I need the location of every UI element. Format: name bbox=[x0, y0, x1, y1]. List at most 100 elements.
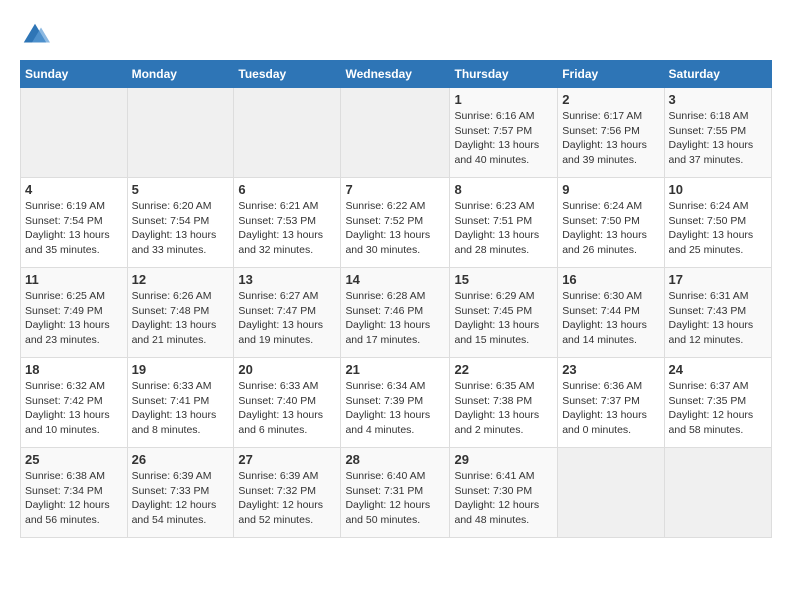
calendar-cell: 13 Sunrise: 6:27 AM Sunset: 7:47 PM Dayli… bbox=[234, 268, 341, 358]
calendar-cell: 9 Sunrise: 6:24 AM Sunset: 7:50 PM Daylig… bbox=[558, 178, 664, 268]
day-info: Sunrise: 6:36 AM Sunset: 7:37 PM Dayligh… bbox=[562, 379, 659, 438]
weekday-header-thursday: Thursday bbox=[450, 61, 558, 88]
day-info: Sunrise: 6:26 AM Sunset: 7:48 PM Dayligh… bbox=[132, 289, 230, 348]
day-info: Sunrise: 6:41 AM Sunset: 7:30 PM Dayligh… bbox=[454, 469, 553, 528]
day-number: 28 bbox=[345, 452, 445, 467]
weekday-header-friday: Friday bbox=[558, 61, 664, 88]
day-info: Sunrise: 6:32 AM Sunset: 7:42 PM Dayligh… bbox=[25, 379, 123, 438]
day-info: Sunrise: 6:18 AM Sunset: 7:55 PM Dayligh… bbox=[669, 109, 767, 168]
calendar-cell: 16 Sunrise: 6:30 AM Sunset: 7:44 PM Dayli… bbox=[558, 268, 664, 358]
day-info: Sunrise: 6:38 AM Sunset: 7:34 PM Dayligh… bbox=[25, 469, 123, 528]
calendar-table: SundayMondayTuesdayWednesdayThursdayFrid… bbox=[20, 60, 772, 538]
day-info: Sunrise: 6:25 AM Sunset: 7:49 PM Dayligh… bbox=[25, 289, 123, 348]
calendar-cell: 22 Sunrise: 6:35 AM Sunset: 7:38 PM Dayli… bbox=[450, 358, 558, 448]
day-number: 21 bbox=[345, 362, 445, 377]
day-info: Sunrise: 6:35 AM Sunset: 7:38 PM Dayligh… bbox=[454, 379, 553, 438]
page-header bbox=[20, 20, 772, 50]
calendar-cell: 27Sunrise: 6:39 AM Sunset: 7:32 PM Dayli… bbox=[234, 448, 341, 538]
day-number: 7 bbox=[345, 182, 445, 197]
day-number: 25 bbox=[25, 452, 123, 467]
day-info: Sunrise: 6:30 AM Sunset: 7:44 PM Dayligh… bbox=[562, 289, 659, 348]
day-number: 15 bbox=[454, 272, 553, 287]
calendar-cell: 17 Sunrise: 6:31 AM Sunset: 7:43 PM Dayli… bbox=[664, 268, 771, 358]
day-info: Sunrise: 6:37 AM Sunset: 7:35 PM Dayligh… bbox=[669, 379, 767, 438]
day-info: Sunrise: 6:23 AM Sunset: 7:51 PM Dayligh… bbox=[454, 199, 553, 258]
day-info: Sunrise: 6:39 AM Sunset: 7:33 PM Dayligh… bbox=[132, 469, 230, 528]
day-number: 8 bbox=[454, 182, 553, 197]
day-info: Sunrise: 6:21 AM Sunset: 7:53 PM Dayligh… bbox=[238, 199, 336, 258]
day-info: Sunrise: 6:22 AM Sunset: 7:52 PM Dayligh… bbox=[345, 199, 445, 258]
calendar-cell: 11Sunrise: 6:25 AM Sunset: 7:49 PM Dayli… bbox=[21, 268, 128, 358]
day-info: Sunrise: 6:16 AM Sunset: 7:57 PM Dayligh… bbox=[454, 109, 553, 168]
calendar-cell: 12 Sunrise: 6:26 AM Sunset: 7:48 PM Dayli… bbox=[127, 268, 234, 358]
calendar-cell bbox=[127, 88, 234, 178]
calendar-cell bbox=[664, 448, 771, 538]
calendar-cell: 14Sunrise: 6:28 AM Sunset: 7:46 PM Dayli… bbox=[341, 268, 450, 358]
calendar-week-row: 11Sunrise: 6:25 AM Sunset: 7:49 PM Dayli… bbox=[21, 268, 772, 358]
day-number: 4 bbox=[25, 182, 123, 197]
day-info: Sunrise: 6:31 AM Sunset: 7:43 PM Dayligh… bbox=[669, 289, 767, 348]
calendar-cell: 3Sunrise: 6:18 AM Sunset: 7:55 PM Daylig… bbox=[664, 88, 771, 178]
day-number: 1 bbox=[454, 92, 553, 107]
calendar-cell bbox=[234, 88, 341, 178]
logo bbox=[20, 20, 54, 50]
calendar-cell: 18 Sunrise: 6:32 AM Sunset: 7:42 PM Dayli… bbox=[21, 358, 128, 448]
day-number: 20 bbox=[238, 362, 336, 377]
calendar-cell: 21 Sunrise: 6:34 AM Sunset: 7:39 PM Dayli… bbox=[341, 358, 450, 448]
day-info: Sunrise: 6:33 AM Sunset: 7:41 PM Dayligh… bbox=[132, 379, 230, 438]
calendar-cell bbox=[341, 88, 450, 178]
calendar-cell: 26 Sunrise: 6:39 AM Sunset: 7:33 PM Dayli… bbox=[127, 448, 234, 538]
calendar-cell: 19 Sunrise: 6:33 AM Sunset: 7:41 PM Dayli… bbox=[127, 358, 234, 448]
calendar-cell bbox=[21, 88, 128, 178]
day-number: 24 bbox=[669, 362, 767, 377]
calendar-cell: 24 Sunrise: 6:37 AM Sunset: 7:35 PM Dayli… bbox=[664, 358, 771, 448]
calendar-cell: 5 Sunrise: 6:20 AM Sunset: 7:54 PM Daylig… bbox=[127, 178, 234, 268]
day-info: Sunrise: 6:40 AM Sunset: 7:31 PM Dayligh… bbox=[345, 469, 445, 528]
calendar-cell: 10 Sunrise: 6:24 AM Sunset: 7:50 PM Dayli… bbox=[664, 178, 771, 268]
calendar-cell: 8 Sunrise: 6:23 AM Sunset: 7:51 PM Daylig… bbox=[450, 178, 558, 268]
day-info: Sunrise: 6:39 AM Sunset: 7:32 PM Dayligh… bbox=[238, 469, 336, 528]
day-info: Sunrise: 6:24 AM Sunset: 7:50 PM Dayligh… bbox=[669, 199, 767, 258]
calendar-cell: 4 Sunrise: 6:19 AM Sunset: 7:54 PM Daylig… bbox=[21, 178, 128, 268]
calendar-week-row: 25 Sunrise: 6:38 AM Sunset: 7:34 PM Dayli… bbox=[21, 448, 772, 538]
calendar-cell: 20Sunrise: 6:33 AM Sunset: 7:40 PM Dayli… bbox=[234, 358, 341, 448]
day-number: 19 bbox=[132, 362, 230, 377]
calendar-cell: 7 Sunrise: 6:22 AM Sunset: 7:52 PM Daylig… bbox=[341, 178, 450, 268]
day-info: Sunrise: 6:17 AM Sunset: 7:56 PM Dayligh… bbox=[562, 109, 659, 168]
calendar-cell: 6 Sunrise: 6:21 AM Sunset: 7:53 PM Daylig… bbox=[234, 178, 341, 268]
calendar-cell bbox=[558, 448, 664, 538]
calendar-cell: 15 Sunrise: 6:29 AM Sunset: 7:45 PM Dayli… bbox=[450, 268, 558, 358]
day-info: Sunrise: 6:20 AM Sunset: 7:54 PM Dayligh… bbox=[132, 199, 230, 258]
weekday-header-saturday: Saturday bbox=[664, 61, 771, 88]
weekday-header-sunday: Sunday bbox=[21, 61, 128, 88]
day-number: 12 bbox=[132, 272, 230, 287]
calendar-cell: 1 Sunrise: 6:16 AM Sunset: 7:57 PM Daylig… bbox=[450, 88, 558, 178]
day-info: Sunrise: 6:28 AM Sunset: 7:46 PM Dayligh… bbox=[345, 289, 445, 348]
day-number: 10 bbox=[669, 182, 767, 197]
calendar-cell: 28 Sunrise: 6:40 AM Sunset: 7:31 PM Dayli… bbox=[341, 448, 450, 538]
calendar-cell: 23Sunrise: 6:36 AM Sunset: 7:37 PM Dayli… bbox=[558, 358, 664, 448]
day-number: 6 bbox=[238, 182, 336, 197]
weekday-header-tuesday: Tuesday bbox=[234, 61, 341, 88]
calendar-cell: 25 Sunrise: 6:38 AM Sunset: 7:34 PM Dayli… bbox=[21, 448, 128, 538]
day-info: Sunrise: 6:19 AM Sunset: 7:54 PM Dayligh… bbox=[25, 199, 123, 258]
calendar-cell: 2 Sunrise: 6:17 AM Sunset: 7:56 PM Daylig… bbox=[558, 88, 664, 178]
day-info: Sunrise: 6:29 AM Sunset: 7:45 PM Dayligh… bbox=[454, 289, 553, 348]
day-info: Sunrise: 6:34 AM Sunset: 7:39 PM Dayligh… bbox=[345, 379, 445, 438]
weekday-header-monday: Monday bbox=[127, 61, 234, 88]
day-info: Sunrise: 6:24 AM Sunset: 7:50 PM Dayligh… bbox=[562, 199, 659, 258]
day-number: 16 bbox=[562, 272, 659, 287]
day-number: 26 bbox=[132, 452, 230, 467]
day-number: 2 bbox=[562, 92, 659, 107]
day-number: 17 bbox=[669, 272, 767, 287]
day-number: 5 bbox=[132, 182, 230, 197]
day-number: 9 bbox=[562, 182, 659, 197]
weekday-header-row: SundayMondayTuesdayWednesdayThursdayFrid… bbox=[21, 61, 772, 88]
day-info: Sunrise: 6:27 AM Sunset: 7:47 PM Dayligh… bbox=[238, 289, 336, 348]
day-number: 22 bbox=[454, 362, 553, 377]
day-number: 18 bbox=[25, 362, 123, 377]
day-number: 13 bbox=[238, 272, 336, 287]
day-number: 29 bbox=[454, 452, 553, 467]
weekday-header-wednesday: Wednesday bbox=[341, 61, 450, 88]
calendar-week-row: 4 Sunrise: 6:19 AM Sunset: 7:54 PM Daylig… bbox=[21, 178, 772, 268]
